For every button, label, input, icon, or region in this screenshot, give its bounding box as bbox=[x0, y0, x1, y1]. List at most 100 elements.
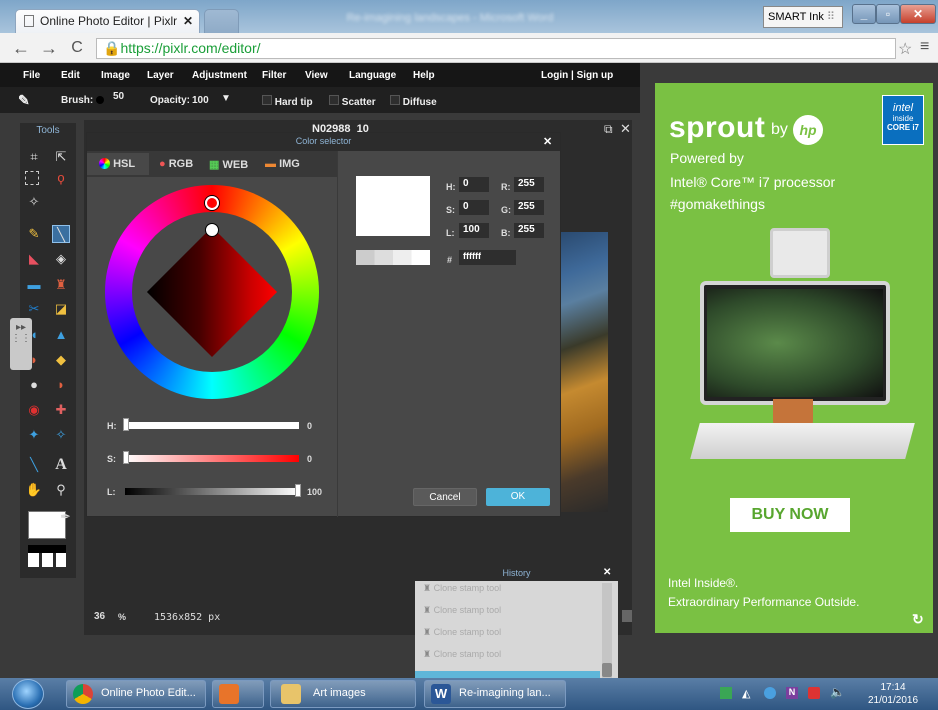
zoom-icon[interactable]: ⚲ bbox=[52, 481, 70, 499]
tab-web[interactable]: ▦ WEB bbox=[209, 153, 269, 175]
taskbar-folder[interactable]: Art images bbox=[270, 680, 416, 708]
panel-toggle-handle[interactable]: ▸▸ ⋮⋮ bbox=[10, 318, 32, 370]
move-icon[interactable]: ⇱ bbox=[52, 148, 70, 166]
recent-colors-strip[interactable] bbox=[356, 250, 430, 265]
hex-field[interactable]: ffffff bbox=[459, 250, 516, 265]
zoom-value[interactable]: 36 bbox=[94, 611, 105, 622]
diffuse-checkbox[interactable]: Diffuse bbox=[390, 95, 437, 108]
pinch-icon[interactable]: ✧ bbox=[52, 426, 70, 444]
hue-slider[interactable] bbox=[125, 422, 299, 429]
lightness-slider[interactable] bbox=[125, 488, 299, 495]
sprout-ad[interactable]: sprout by hp intel inside CORE i7 Powere… bbox=[655, 83, 933, 633]
tray-icon-5[interactable] bbox=[808, 687, 820, 699]
minimize-button[interactable]: _ bbox=[852, 4, 876, 24]
menu-filter[interactable]: Filter bbox=[262, 70, 286, 81]
drawing-icon[interactable]: ◪ bbox=[52, 300, 70, 318]
g-field[interactable]: 255 bbox=[514, 200, 544, 215]
history-item[interactable]: ♜ Clone stamp tool bbox=[423, 649, 501, 665]
cancel-button[interactable]: Cancel bbox=[413, 488, 477, 506]
history-item[interactable]: ♜ Clone stamp tool bbox=[423, 627, 501, 643]
lasso-icon[interactable]: ϙ bbox=[52, 169, 70, 187]
back-icon[interactable]: ← bbox=[10, 38, 32, 59]
volume-icon[interactable]: 🔈 bbox=[830, 685, 845, 699]
menu-adjustment[interactable]: Adjustment bbox=[192, 70, 247, 81]
hue-slider-handle[interactable] bbox=[123, 418, 129, 431]
type-icon[interactable]: A bbox=[52, 456, 70, 474]
menu-icon[interactable]: ≡ bbox=[920, 38, 929, 56]
onenote-icon[interactable]: N bbox=[786, 687, 798, 699]
lightness-slider-handle[interactable] bbox=[295, 484, 301, 497]
dodge-icon[interactable]: ● bbox=[25, 376, 43, 394]
start-button[interactable] bbox=[12, 679, 44, 709]
marquee-icon[interactable] bbox=[25, 171, 39, 185]
brush-preview-icon[interactable] bbox=[96, 96, 104, 104]
h-field[interactable]: 0 bbox=[459, 177, 489, 192]
buy-now-button[interactable]: BUY NOW bbox=[730, 498, 850, 532]
tray-network-icon[interactable]: ◭ bbox=[742, 687, 754, 700]
hard-tip-checkbox[interactable]: Hard tip bbox=[262, 95, 313, 108]
hand-icon[interactable]: ✋ bbox=[25, 481, 43, 499]
clock[interactable]: 17:14 21/01/2016 bbox=[858, 681, 928, 707]
taskbar-chrome[interactable]: Online Photo Edit... bbox=[66, 680, 206, 708]
history-item[interactable]: ♜ Clone stamp tool bbox=[423, 605, 501, 621]
saturation-slider-handle[interactable] bbox=[123, 451, 129, 464]
history-scroll-thumb[interactable] bbox=[602, 663, 612, 677]
menu-language[interactable]: Language bbox=[349, 70, 396, 81]
spot-heal-icon[interactable]: ✚ bbox=[52, 401, 70, 419]
tray-icon-1[interactable] bbox=[720, 687, 732, 699]
close-tab-icon[interactable]: ✕ bbox=[183, 14, 193, 28]
close-history-icon[interactable]: ✕ bbox=[603, 567, 611, 578]
sponge-icon[interactable]: ◆ bbox=[52, 351, 70, 369]
b-field[interactable]: 255 bbox=[514, 223, 544, 238]
smart-ink-widget[interactable]: SMART Ink ⠿ bbox=[763, 6, 843, 28]
pencil-icon[interactable]: ✎ bbox=[25, 225, 43, 243]
hue-handle-icon[interactable] bbox=[205, 196, 219, 210]
menu-image[interactable]: Image bbox=[101, 70, 130, 81]
reload-icon[interactable]: C bbox=[66, 39, 88, 57]
login-link[interactable]: Login | Sign up bbox=[541, 70, 613, 81]
color-swap-icon[interactable] bbox=[28, 545, 66, 567]
scatter-checkbox[interactable]: Scatter bbox=[329, 95, 376, 108]
saturation-slider[interactable] bbox=[125, 455, 299, 462]
menu-help[interactable]: Help bbox=[413, 70, 435, 81]
maximize-button[interactable]: ▫ bbox=[876, 4, 900, 24]
close-image-icon[interactable]: ✕ bbox=[620, 121, 631, 137]
bucket-icon[interactable]: ◈ bbox=[52, 250, 70, 268]
brush-icon[interactable]: ╲ bbox=[52, 225, 70, 243]
wand-icon[interactable]: ✧ bbox=[25, 193, 43, 211]
url-field[interactable]: 🔒https://pixlr.com/editor/ bbox=[96, 38, 896, 59]
opacity-value[interactable]: 100 bbox=[192, 95, 209, 106]
taskbar-word[interactable]: W Re-imagining lan... bbox=[424, 680, 566, 708]
tab-img[interactable]: ▬ IMG bbox=[265, 153, 325, 175]
tray-icon-3[interactable] bbox=[764, 687, 776, 699]
burn-icon[interactable]: ◗ bbox=[52, 376, 70, 394]
painting-image[interactable] bbox=[560, 232, 608, 512]
sl-handle-icon[interactable] bbox=[206, 224, 218, 236]
bloat-icon[interactable]: ✦ bbox=[25, 426, 43, 444]
gradient-icon[interactable]: ▬ bbox=[25, 276, 43, 294]
forward-icon[interactable]: → bbox=[38, 38, 60, 59]
menu-view[interactable]: View bbox=[305, 70, 328, 81]
resize-grip-icon[interactable] bbox=[622, 610, 632, 622]
bookmark-star-icon[interactable]: ☆ bbox=[898, 39, 912, 59]
close-window-button[interactable]: ✕ bbox=[900, 4, 936, 24]
menu-file[interactable]: File bbox=[23, 70, 40, 81]
brush-size[interactable]: 50 bbox=[113, 91, 124, 102]
opacity-dropdown-icon[interactable]: ▼ bbox=[221, 93, 231, 104]
r-field[interactable]: 255 bbox=[514, 177, 544, 192]
replay-icon[interactable]: ↻ bbox=[912, 611, 924, 628]
crop-icon[interactable]: ⌗ bbox=[25, 148, 43, 166]
close-dialog-icon[interactable]: ✕ bbox=[543, 135, 552, 148]
menu-edit[interactable]: Edit bbox=[61, 70, 80, 81]
eraser-icon[interactable]: ◣ bbox=[25, 250, 43, 268]
new-tab-button[interactable] bbox=[204, 9, 239, 33]
menu-layer[interactable]: Layer bbox=[147, 70, 174, 81]
replace-color-icon[interactable]: ✂ bbox=[25, 300, 43, 318]
red-eye-icon[interactable]: ◉ bbox=[25, 401, 43, 419]
maximize-image-icon[interactable]: ⧉ bbox=[604, 122, 613, 137]
l-field[interactable]: 100 bbox=[459, 223, 489, 238]
stamp-icon[interactable]: ♜ bbox=[52, 276, 70, 294]
tab-hsl[interactable]: HSL bbox=[87, 153, 149, 175]
eyedropper-icon[interactable]: ✒ bbox=[60, 509, 71, 525]
sharpen-icon[interactable]: ▲ bbox=[52, 326, 70, 344]
